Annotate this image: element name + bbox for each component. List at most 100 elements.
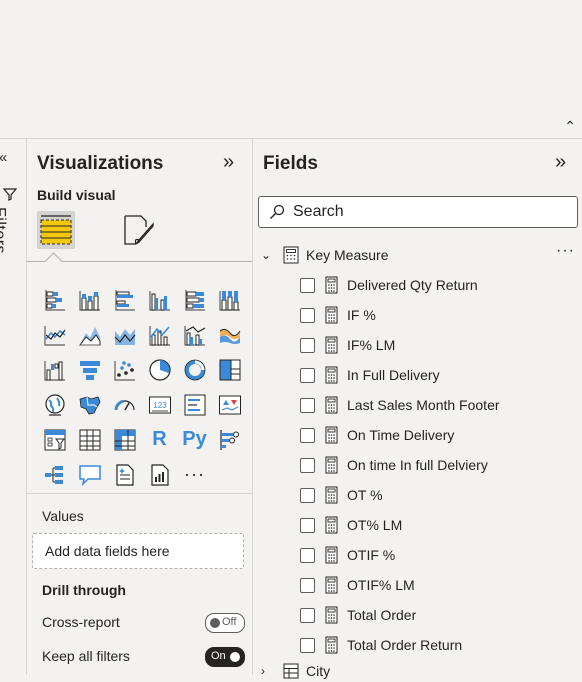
card-icon[interactable]: 123: [142, 387, 177, 422]
field-checkbox[interactable]: [300, 427, 315, 443]
clustered-bar-chart-icon[interactable]: [107, 282, 142, 317]
field-item[interactable]: OT% LM: [300, 513, 402, 537]
line-and-clustered-column-icon[interactable]: [177, 317, 212, 352]
fields-search[interactable]: [258, 196, 578, 228]
kpi-icon[interactable]: [212, 387, 247, 422]
table-key-measure[interactable]: ⌄ Key Measure ···: [261, 242, 581, 266]
scatter-chart-icon[interactable]: [107, 352, 142, 387]
measure-table-icon: [283, 246, 299, 264]
multi-row-card-icon[interactable]: [177, 387, 212, 422]
slicer-icon[interactable]: [37, 422, 72, 457]
format-visual-icon[interactable]: [122, 213, 156, 247]
calculator-icon: [325, 546, 338, 564]
field-label: Delivered Qty Return: [347, 277, 478, 293]
chevron-right-icon[interactable]: ›: [261, 664, 279, 678]
expand-filters-icon[interactable]: «: [0, 149, 7, 166]
more-visuals-label: ···: [184, 464, 205, 484]
field-label: OT% LM: [347, 517, 403, 533]
r-script-visual-icon[interactable]: R: [142, 422, 177, 457]
field-item[interactable]: On time In full Delviery: [300, 453, 488, 477]
values-drop-zone[interactable]: Add data fields here: [32, 533, 244, 569]
field-checkbox[interactable]: [300, 547, 315, 563]
collapse-fields-icon[interactable]: »: [555, 151, 566, 174]
filled-map-icon[interactable]: [72, 387, 107, 422]
line-and-stacked-column-icon[interactable]: [142, 317, 177, 352]
py-label: Py: [182, 428, 207, 450]
chevron-down-icon[interactable]: ⌄: [261, 248, 279, 262]
qa-icon[interactable]: [72, 457, 107, 492]
table-icon: [283, 663, 299, 679]
stacked-column-chart-icon[interactable]: [72, 282, 107, 317]
field-label: Total Order Return: [347, 637, 463, 653]
calculator-icon: [325, 396, 338, 414]
field-item[interactable]: OTIF %: [300, 543, 395, 567]
field-checkbox[interactable]: [300, 607, 315, 623]
field-checkbox[interactable]: [300, 637, 315, 653]
field-checkbox[interactable]: [300, 277, 315, 293]
waterfall-chart-icon[interactable]: [37, 352, 72, 387]
field-label: Total Order: [347, 607, 417, 623]
matrix-icon[interactable]: [107, 422, 142, 457]
cross-report-label: Cross-report: [42, 614, 120, 630]
ribbon-chart-icon[interactable]: [212, 317, 247, 352]
field-item[interactable]: OT %: [300, 483, 383, 507]
filters-pane-collapsed[interactable]: « Filters: [0, 139, 27, 675]
field-item[interactable]: OTIF% LM: [300, 573, 415, 597]
calculator-icon: [325, 276, 338, 294]
field-label: On Time Delivery: [347, 427, 455, 443]
field-item[interactable]: Delivered Qty Return: [300, 273, 478, 297]
chevron-up-icon[interactable]: ⌃: [564, 118, 576, 135]
field-item[interactable]: Total Order Return: [300, 633, 462, 657]
map-icon[interactable]: [37, 387, 72, 422]
stacked-area-chart-icon[interactable]: [107, 317, 142, 352]
table-city[interactable]: › City: [261, 660, 581, 682]
field-checkbox[interactable]: [300, 307, 315, 323]
search-input[interactable]: [293, 197, 563, 227]
cross-report-toggle[interactable]: Off: [205, 613, 245, 633]
filters-label[interactable]: Filters: [0, 207, 8, 254]
field-checkbox[interactable]: [300, 337, 315, 353]
field-checkbox[interactable]: [300, 577, 315, 593]
field-item[interactable]: Total Order: [300, 603, 416, 627]
calculator-icon: [325, 366, 338, 384]
field-item[interactable]: IF% LM: [300, 333, 395, 357]
clustered-column-chart-icon[interactable]: [142, 282, 177, 317]
treemap-icon[interactable]: [212, 352, 247, 387]
smart-narrative-icon[interactable]: [107, 457, 142, 492]
100-stacked-column-chart-icon[interactable]: [212, 282, 247, 317]
100-stacked-bar-chart-icon[interactable]: [177, 282, 212, 317]
keep-all-filters-toggle[interactable]: On: [205, 647, 245, 667]
paginated-report-icon[interactable]: [142, 457, 177, 492]
area-chart-icon[interactable]: [72, 317, 107, 352]
field-item[interactable]: Last Sales Month Footer: [300, 393, 500, 417]
field-checkbox[interactable]: [300, 367, 315, 383]
donut-chart-icon[interactable]: [177, 352, 212, 387]
line-chart-icon[interactable]: [37, 317, 72, 352]
field-item[interactable]: In Full Delivery: [300, 363, 440, 387]
calculator-icon: [325, 456, 338, 474]
more-options-icon[interactable]: ···: [556, 242, 575, 260]
field-checkbox[interactable]: [300, 457, 315, 473]
table-icon[interactable]: [72, 422, 107, 457]
field-checkbox[interactable]: [300, 397, 315, 413]
card-number: 123: [153, 401, 167, 410]
field-item[interactable]: On Time Delivery: [300, 423, 454, 447]
decomposition-tree-icon[interactable]: [37, 457, 72, 492]
field-checkbox[interactable]: [300, 487, 315, 503]
field-checkbox[interactable]: [300, 517, 315, 533]
python-visual-icon[interactable]: Py: [177, 422, 212, 457]
pie-chart-icon[interactable]: [142, 352, 177, 387]
collapse-visualizations-icon[interactable]: »: [223, 151, 234, 174]
gauge-icon[interactable]: [107, 387, 142, 422]
funnel-chart-icon[interactable]: [72, 352, 107, 387]
field-item[interactable]: IF %: [300, 303, 376, 327]
more-visuals-icon[interactable]: ···: [177, 457, 212, 492]
values-label: Values: [42, 508, 84, 524]
section-divider: [27, 493, 252, 494]
build-visual-icon: [40, 215, 72, 245]
calculator-icon: [325, 516, 338, 534]
build-visual-tab[interactable]: [37, 211, 75, 249]
stacked-bar-chart-icon[interactable]: [37, 282, 72, 317]
key-influencers-icon[interactable]: [212, 422, 247, 457]
drill-through-heading: Drill through: [42, 582, 126, 598]
